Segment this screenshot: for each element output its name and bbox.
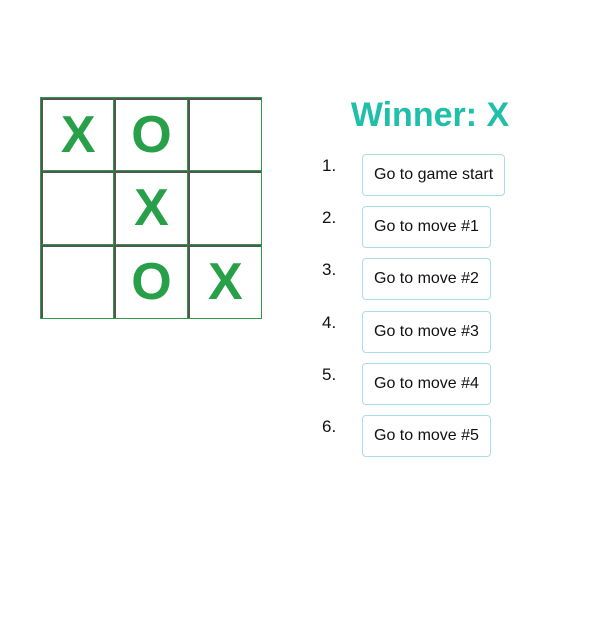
- board-square-1[interactable]: O: [114, 98, 188, 172]
- board-square-2[interactable]: [187, 98, 261, 172]
- board-square-3[interactable]: [41, 171, 115, 245]
- go-to-move-5-button[interactable]: Go to move #5: [362, 414, 491, 457]
- board-square-8[interactable]: X: [187, 244, 261, 318]
- move-number: 3.: [322, 260, 337, 280]
- move-number: 1.: [322, 156, 337, 175]
- game-board: X O X O X: [40, 97, 262, 319]
- board-square-4[interactable]: X: [114, 171, 188, 245]
- board-square-0[interactable]: X: [41, 98, 115, 172]
- board-square-7[interactable]: O: [114, 244, 188, 318]
- game-status: Winner: X: [350, 96, 510, 134]
- game-page: X O X O X Winner: X 1. Go to game start …: [0, 0, 614, 624]
- move-number: 6.: [322, 416, 337, 436]
- go-to-move-1-button[interactable]: Go to move #1: [362, 206, 491, 249]
- move-number: 5.: [322, 364, 337, 384]
- go-to-move-4-button[interactable]: Go to move #4: [362, 362, 491, 405]
- go-to-move-3-button[interactable]: Go to move #3: [362, 310, 491, 353]
- go-to-move-2-button[interactable]: Go to move #2: [362, 258, 491, 301]
- move-number: 2.: [322, 208, 337, 228]
- go-to-game-start-button[interactable]: Go to game start: [362, 154, 506, 196]
- board-square-5[interactable]: [187, 171, 261, 245]
- move-number: 4.: [322, 312, 337, 332]
- board-square-6[interactable]: [41, 244, 115, 318]
